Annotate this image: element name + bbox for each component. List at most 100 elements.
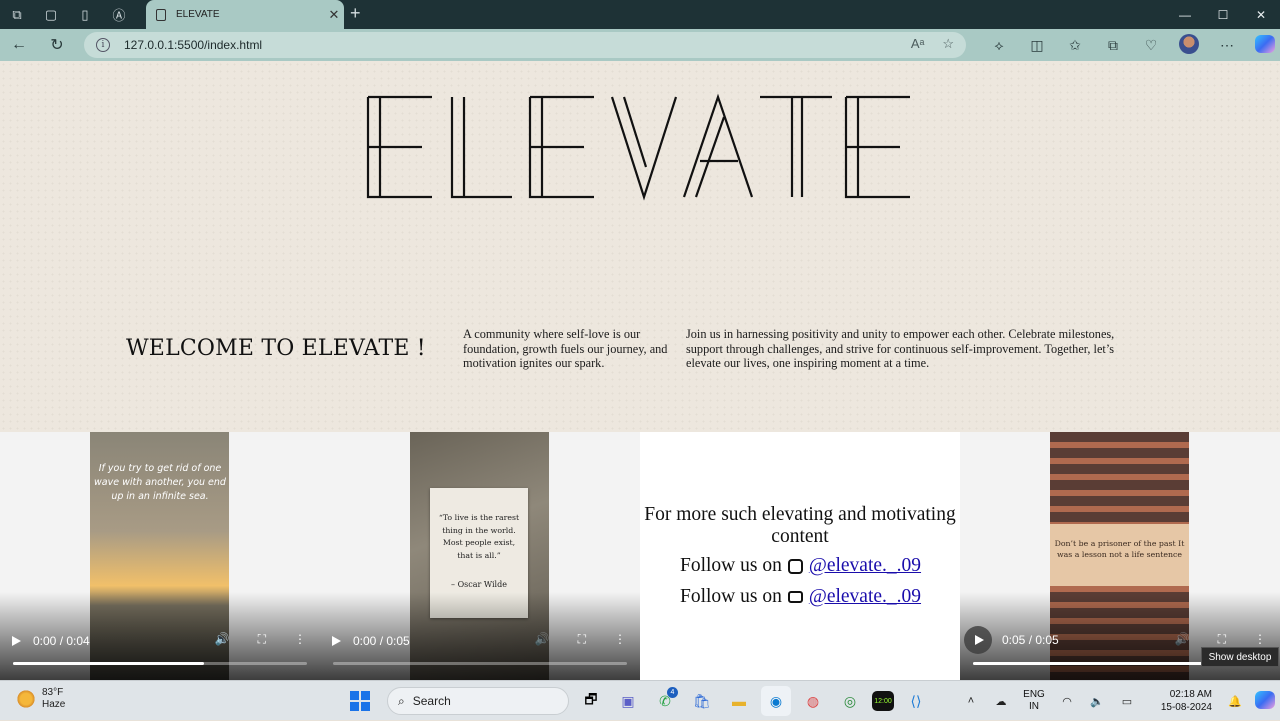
weather-condition: Haze (42, 699, 66, 710)
new-tab-button[interactable]: + (350, 3, 361, 24)
more-options-icon[interactable]: ⋮ (614, 632, 626, 647)
teams-icon[interactable]: ▣ (613, 686, 643, 716)
play-button[interactable] (964, 626, 992, 654)
profile-avatar[interactable] (1170, 33, 1208, 57)
close-window-button[interactable]: ✕ (1242, 0, 1280, 29)
onedrive-icon[interactable]: ☁ (986, 695, 1016, 708)
minimize-button[interactable]: — (1166, 0, 1204, 29)
fullscreen-icon[interactable]: ⛶ (578, 632, 586, 647)
chevron-up-icon[interactable]: ˄ (956, 695, 986, 707)
chrome-icon[interactable]: ◎ (835, 686, 865, 716)
site-info-icon[interactable]: i (96, 38, 110, 52)
weather-temp: 83°F (42, 687, 64, 698)
back-arrow-icon[interactable]: ← (0, 29, 38, 61)
instagram-icon (787, 558, 803, 574)
elevate-logo (362, 91, 918, 203)
tab-title: ELEVATE (176, 9, 220, 20)
video-player-2[interactable]: “To live is the rarest thing in the worl… (320, 432, 640, 680)
whatsapp-icon[interactable]: ✆ 4 (650, 686, 680, 716)
volume-icon[interactable]: 🔊 (215, 632, 230, 647)
progress-fill (13, 662, 205, 665)
tab-elevate[interactable]: ELEVATE ✕ (146, 0, 344, 29)
pinned-tab-doc-icon[interactable]: ▯ (68, 0, 102, 29)
instagram-link[interactable]: @elevate._.09 (809, 555, 921, 577)
browser-essentials-icon[interactable]: ♡ (1132, 37, 1170, 54)
windows-start-icon[interactable] (350, 691, 370, 711)
vscode-icon[interactable]: ⟨⟩ (901, 686, 931, 716)
refresh-icon[interactable]: ↻ (38, 29, 76, 61)
system-tray: ˄ ☁ ENG IN ◠ 🔈 ▭ 02:18 AM 15-08-2024 🔔 (956, 681, 1280, 721)
collections-icon[interactable]: ⧉ (1094, 37, 1132, 54)
chrome-profile-icon[interactable]: ◍ (798, 686, 828, 716)
store-icon[interactable]: 🛍 (687, 686, 717, 716)
language-line: ENG (1023, 689, 1045, 700)
windows-taskbar: 83°F Haze ⌕ Search 🗗 ▣ ✆ 4 🛍 ▬ ◉ ◍ ◎ 12:0… (0, 680, 1280, 720)
browser-tab-bar: ⧉ ▢ ▯ Ⓐ ELEVATE ✕ + — ☐ ✕ (0, 0, 1280, 29)
workspaces-icon[interactable]: ⧉ (0, 0, 34, 29)
video-controls-1: 0:00 / 0:04 🔊 ⛶ ⋮ (0, 592, 320, 680)
video-time-2: 0:00 / 0:05 (353, 634, 410, 648)
speaker-icon[interactable]: 🔈 (1082, 695, 1112, 708)
address-bar-actions: Aᵃ ☆ (911, 36, 954, 52)
youtube-link[interactable]: @elevate._.09 (809, 586, 921, 608)
video-progress-1[interactable] (13, 662, 307, 665)
window-controls: — ☐ ✕ (1166, 0, 1280, 29)
clock-app-icon[interactable]: 12:00 (872, 691, 894, 711)
video-time-1: 0:00 / 0:04 (33, 634, 90, 648)
document-icon (156, 8, 166, 21)
battery-icon[interactable]: ▭ (1112, 695, 1142, 708)
taskbar-search[interactable]: ⌕ Search (387, 687, 569, 715)
language-indicator[interactable]: ENG IN (1016, 689, 1052, 713)
more-options-icon[interactable]: ⋮ (294, 632, 306, 647)
follow-panel: For more such elevating and motivating c… (640, 432, 960, 680)
favorite-star-icon[interactable]: ☆ (942, 36, 954, 52)
volume-icon[interactable]: 🔊 (1175, 632, 1190, 647)
notification-bell-icon[interactable]: 🔔 (1220, 695, 1250, 708)
favorites-icon[interactable]: ✩ (1056, 37, 1094, 54)
follow-prefix: Follow us on (680, 555, 782, 576)
follow-heading: For more such elevating and motivating c… (644, 504, 956, 547)
youtube-icon (787, 591, 803, 603)
video-progress-2[interactable] (333, 662, 627, 665)
close-tab-icon[interactable]: ✕ (324, 7, 344, 23)
play-icon[interactable] (332, 636, 341, 646)
more-menu-icon[interactable]: ⋯ (1208, 37, 1246, 54)
maximize-button[interactable]: ☐ (1204, 0, 1242, 29)
welcome-heading: WELCOME TO ELEVATE ! (126, 336, 426, 361)
volume-icon[interactable]: 🔊 (535, 632, 550, 647)
show-desktop-tooltip: Show desktop (1201, 647, 1279, 667)
extensions-icon[interactable]: ⟡ (980, 37, 1018, 54)
task-view-icon[interactable]: 🗗 (576, 686, 606, 716)
video-player-1[interactable]: If you try to get rid of one wave with a… (0, 432, 320, 680)
video-player-3[interactable]: Don’t be a prisoner of the past It was a… (960, 432, 1280, 680)
copilot-taskbar-icon[interactable] (1250, 690, 1280, 712)
wifi-icon[interactable]: ◠ (1052, 695, 1082, 708)
video-row: If you try to get rid of one wave with a… (0, 432, 1280, 680)
read-aloud-icon[interactable]: Aᵃ (911, 36, 925, 52)
taskbar-clock[interactable]: 02:18 AM 15-08-2024 (1142, 688, 1212, 714)
file-explorer-icon[interactable]: ▬ (724, 686, 754, 716)
tab-actions-icon[interactable]: ▢ (34, 0, 68, 29)
follow-instagram: Follow us on @elevate._.09 (680, 555, 921, 577)
weather-haze-icon (16, 689, 36, 709)
address-bar[interactable]: i 127.0.0.1:5500/index.html Aᵃ ☆ (84, 32, 966, 58)
copilot-icon[interactable] (1246, 34, 1280, 56)
clock-time: 02:18 AM (1169, 689, 1212, 700)
fullscreen-icon[interactable]: ⛶ (1218, 632, 1226, 647)
weather-widget[interactable]: 83°F Haze (16, 687, 65, 711)
video-quote-2: “To live is the rarest thing in the worl… (438, 513, 520, 560)
more-options-icon[interactable]: ⋮ (1254, 632, 1266, 647)
region-line: IN (1029, 701, 1039, 712)
split-screen-icon[interactable]: ◫ (1018, 37, 1056, 54)
taskbar-apps: ⌕ Search 🗗 ▣ ✆ 4 🛍 ▬ ◉ ◍ ◎ 12:00 ⟨⟩ (350, 686, 931, 716)
mission-paragraph: Join us in harnessing positivity and uni… (686, 327, 1115, 371)
fullscreen-icon[interactable]: ⛶ (258, 632, 266, 647)
url-text[interactable]: 127.0.0.1:5500/index.html (124, 38, 262, 52)
intro-paragraph: A community where self-love is our found… (463, 327, 668, 371)
pinned-tab-app-icon[interactable]: Ⓐ (102, 0, 136, 29)
play-icon[interactable] (12, 636, 21, 646)
video-controls-2: 0:00 / 0:05 🔊 ⛶ ⋮ (320, 592, 640, 680)
video-quote-3: Don’t be a prisoner of the past It was a… (1054, 539, 1185, 559)
edge-icon[interactable]: ◉ (761, 686, 791, 716)
video-quote-1: If you try to get rid of one wave with a… (94, 463, 226, 502)
